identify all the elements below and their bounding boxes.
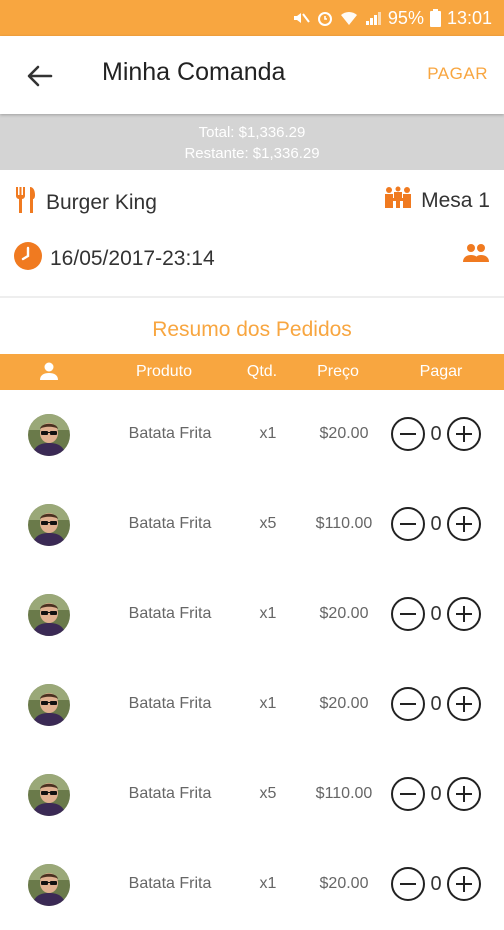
pay-count: 0 <box>430 782 442 805</box>
price: $20.00 <box>319 605 369 622</box>
battery-icon <box>429 9 441 27</box>
header-product: Produto <box>135 363 193 380</box>
alarm-icon <box>316 9 334 27</box>
order-row: Batata Frita x1 $20.00 0 <box>0 390 504 480</box>
quantity: x1 <box>259 695 277 712</box>
clock-time: 13:01 <box>446 7 492 28</box>
decrement-button[interactable] <box>391 507 425 541</box>
group-icon[interactable] <box>462 242 490 270</box>
app-toolbar: Minha Comanda PAGAR <box>0 36 504 114</box>
increment-button[interactable] <box>447 417 481 451</box>
avatar <box>28 504 70 546</box>
price: $110.00 <box>315 785 373 802</box>
increment-button[interactable] <box>447 777 481 811</box>
order-row: Batata Frita x5 $110.00 0 <box>0 480 504 570</box>
product-name: Batata Frita <box>128 695 212 712</box>
pay-stepper: 0 <box>391 777 481 811</box>
clock-icon <box>14 242 42 276</box>
total-amount: Total: $1,336.29 <box>198 124 306 141</box>
quantity: x5 <box>259 515 277 532</box>
product-name: Batata Frita <box>128 875 212 892</box>
product-name: Batata Frita <box>128 515 212 532</box>
totals-banner: Total: $1,336.29 Restante: $1,336.29 <box>0 114 504 170</box>
order-datetime: 16/05/2017-23:14 <box>50 247 215 270</box>
quantity: x1 <box>259 605 277 622</box>
increment-button[interactable] <box>447 687 481 721</box>
orders-table-header: Produto Qtd. Preço Pagar <box>0 354 504 390</box>
decrement-button[interactable] <box>391 867 425 901</box>
pay-stepper: 0 <box>391 867 481 901</box>
restaurant-name: Burger King <box>46 191 157 214</box>
header-qty: Qtd. <box>246 363 278 380</box>
avatar <box>28 594 70 636</box>
fork-knife-icon <box>14 186 38 220</box>
status-bar: 95% 13:01 <box>0 0 504 36</box>
remaining-amount: Restante: $1,336.29 <box>184 145 320 162</box>
price: $20.00 <box>319 425 369 442</box>
product-name: Batata Frita <box>128 425 212 442</box>
pay-count: 0 <box>430 872 442 895</box>
orders-title: Resumo dos Pedidos <box>152 318 352 341</box>
pay-count: 0 <box>430 512 442 535</box>
pay-stepper: 0 <box>391 687 481 721</box>
signal-icon <box>364 9 382 27</box>
order-row: Batata Frita x1 $20.00 0 <box>0 570 504 660</box>
increment-button[interactable] <box>447 597 481 631</box>
page-title: Minha Comanda <box>102 58 286 86</box>
quantity: x1 <box>259 875 277 892</box>
price: $20.00 <box>319 695 369 712</box>
avatar <box>28 414 70 456</box>
order-row: Batata Frita x1 $20.00 0 <box>0 660 504 750</box>
price: $110.00 <box>315 515 373 532</box>
pay-count: 0 <box>430 422 442 445</box>
pay-stepper: 0 <box>391 417 481 451</box>
person-icon <box>39 361 59 386</box>
table-people-icon <box>383 186 413 216</box>
restaurant-row: Burger King Mesa 1 <box>0 180 504 220</box>
section-divider <box>0 296 504 298</box>
price: $20.00 <box>319 875 369 892</box>
datetime-row: 16/05/2017-23:14 <box>0 236 504 276</box>
pay-count: 0 <box>430 692 442 715</box>
increment-button[interactable] <box>447 867 481 901</box>
product-name: Batata Frita <box>128 785 212 802</box>
order-row: Batata Frita x1 $20.00 0 <box>0 840 504 930</box>
quantity: x1 <box>259 425 277 442</box>
pay-count: 0 <box>430 602 442 625</box>
avatar <box>28 684 70 726</box>
quantity: x5 <box>259 785 277 802</box>
wifi-icon <box>340 9 358 27</box>
decrement-button[interactable] <box>391 597 425 631</box>
table-number: Mesa 1 <box>421 189 490 212</box>
decrement-button[interactable] <box>391 777 425 811</box>
decrement-button[interactable] <box>391 417 425 451</box>
orders-list: Batata Frita x1 $20.00 0 Batata Frita x5… <box>0 390 504 930</box>
product-name: Batata Frita <box>128 605 212 622</box>
mute-icon <box>292 9 310 27</box>
back-arrow-icon[interactable] <box>24 60 56 92</box>
header-price: Preço <box>317 363 359 380</box>
increment-button[interactable] <box>447 507 481 541</box>
pay-stepper: 0 <box>391 507 481 541</box>
decrement-button[interactable] <box>391 687 425 721</box>
pay-stepper: 0 <box>391 597 481 631</box>
battery-percent: 95% <box>387 7 424 28</box>
header-pay: Pagar <box>419 363 463 380</box>
pay-button[interactable]: PAGAR <box>427 64 488 84</box>
avatar <box>28 774 70 816</box>
order-row: Batata Frita x5 $110.00 0 <box>0 750 504 840</box>
